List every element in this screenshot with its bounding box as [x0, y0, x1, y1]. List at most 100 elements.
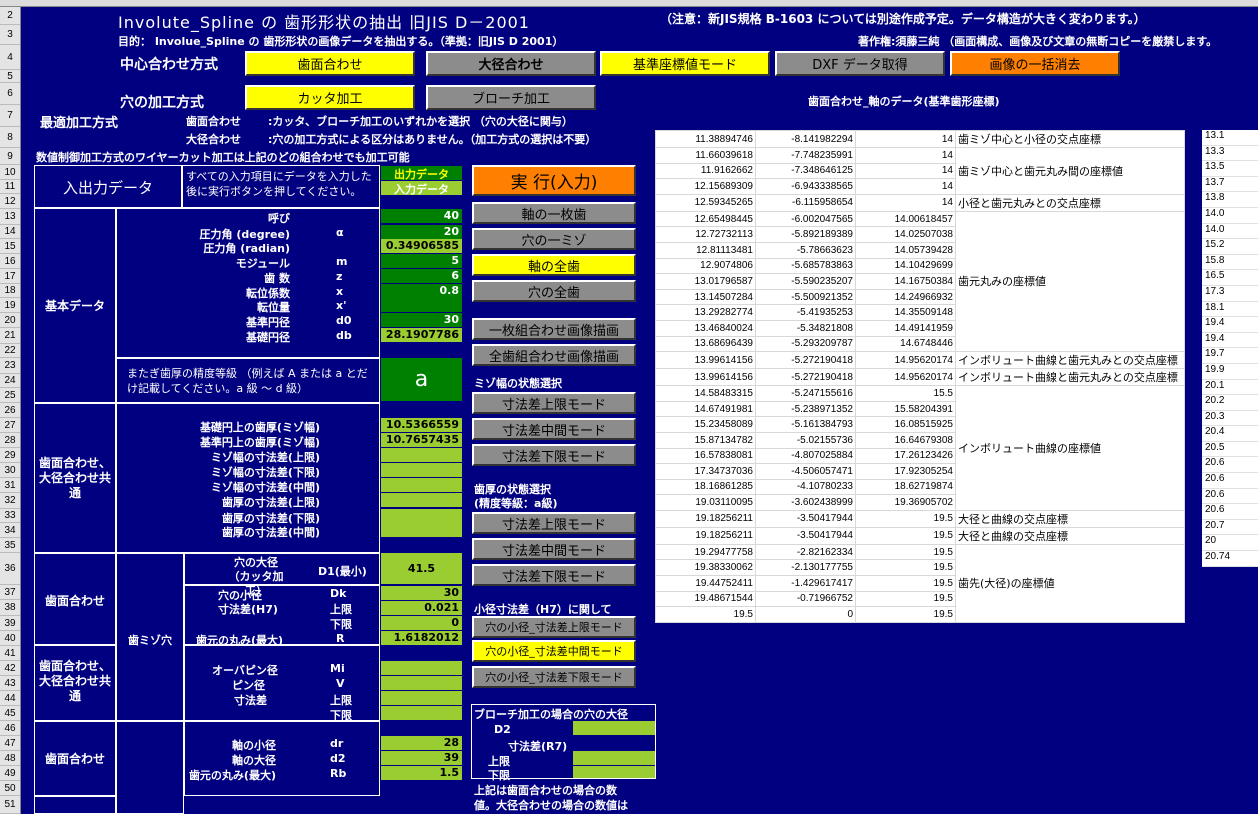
- right-col-cell[interactable]: 20.1: [1202, 380, 1258, 396]
- right-col-cell[interactable]: 13.8: [1202, 192, 1258, 208]
- row-number[interactable]: 18: [0, 284, 20, 298]
- minor-lower-mode-button[interactable]: 穴の小径_寸法差下限モード: [472, 666, 636, 688]
- table-cell[interactable]: 13.29282774: [655, 304, 756, 321]
- table-cell[interactable]: 15.23458089: [655, 416, 756, 433]
- right-col-cell[interactable]: 20.5: [1202, 442, 1258, 458]
- right-col-cell[interactable]: 19.4: [1202, 317, 1258, 333]
- broach-machining-button[interactable]: ブローチ加工: [426, 85, 596, 110]
- common-param-value[interactable]: [381, 463, 462, 477]
- row-number[interactable]: 43: [0, 676, 20, 691]
- table-cell[interactable]: -3.50417944: [755, 526, 856, 545]
- row-number[interactable]: 19: [0, 298, 20, 313]
- table-label-cell[interactable]: 歯元丸みの座標値: [955, 210, 1185, 353]
- table-cell[interactable]: -5.272190418: [755, 368, 856, 387]
- row-number[interactable]: 16: [0, 254, 20, 269]
- clear-images-button[interactable]: 画像の一括消去: [950, 51, 1120, 76]
- table-cell[interactable]: 0: [755, 606, 856, 623]
- right-col-cell[interactable]: 13.5: [1202, 161, 1258, 177]
- right-col-cell[interactable]: 16.5: [1202, 270, 1258, 286]
- row-number[interactable]: 10: [0, 165, 20, 180]
- row-number[interactable]: 23: [0, 358, 20, 374]
- table-cell[interactable]: 14.95620174: [855, 351, 956, 370]
- table-cell[interactable]: 14: [855, 162, 956, 180]
- row-number[interactable]: 33: [0, 509, 20, 523]
- table-cell[interactable]: -8.141982294: [755, 130, 856, 148]
- table-cell[interactable]: 19.36905702: [855, 494, 956, 511]
- right-col-cell[interactable]: 20.6: [1202, 489, 1258, 505]
- table-cell[interactable]: 11.9162662: [655, 162, 756, 180]
- row-number[interactable]: 45: [0, 706, 20, 721]
- table-cell[interactable]: 17.34737036: [655, 463, 756, 480]
- table-cell[interactable]: 14.16750384: [855, 273, 956, 290]
- right-col-cell[interactable]: 18.1: [1202, 302, 1258, 318]
- table-cell[interactable]: 16.08515925: [855, 416, 956, 433]
- table-cell[interactable]: 14: [855, 193, 956, 212]
- table-cell[interactable]: -5.34821808: [755, 319, 856, 337]
- table-cell[interactable]: 18.62719874: [855, 478, 956, 496]
- shaft-param-value[interactable]: 1.5: [381, 766, 462, 780]
- table-cell[interactable]: 11.38894746: [655, 130, 756, 148]
- broach-upper-input[interactable]: [573, 751, 655, 765]
- table-cell[interactable]: -6.943338565: [755, 178, 856, 195]
- table-label-cell[interactable]: 歯ミゾ中心と小径の交点座標: [955, 130, 1185, 148]
- table-cell[interactable]: -6.002047565: [755, 210, 856, 228]
- table-cell[interactable]: 14.10429699: [855, 257, 956, 275]
- table-cell[interactable]: 12.15689309: [655, 178, 756, 195]
- pin-upper-input[interactable]: [381, 691, 462, 705]
- pin-dia-input[interactable]: [381, 676, 462, 690]
- cutter-machining-button[interactable]: カッタ加工: [245, 85, 415, 110]
- table-cell[interactable]: 19.5: [855, 559, 956, 577]
- right-col-cell[interactable]: 20.4: [1202, 426, 1258, 442]
- row-number[interactable]: 30: [0, 463, 20, 478]
- right-col-cell[interactable]: 20.6: [1202, 504, 1258, 520]
- major-dia-input[interactable]: 41.5: [381, 553, 462, 584]
- row-number[interactable]: 24: [0, 374, 20, 388]
- basic-param-value[interactable]: 30: [381, 313, 462, 327]
- table-cell[interactable]: 19.29477758: [655, 543, 756, 561]
- row-number[interactable]: 25: [0, 388, 20, 403]
- right-col-cell[interactable]: 17.3: [1202, 286, 1258, 302]
- table-cell[interactable]: -7.348646125: [755, 162, 856, 180]
- basic-param-value[interactable]: 0.8: [381, 284, 462, 298]
- common-param-value[interactable]: [381, 509, 462, 523]
- minor-upper-input[interactable]: 0.021: [381, 601, 462, 615]
- row-number[interactable]: 51: [0, 796, 20, 814]
- row-number[interactable]: 13: [0, 209, 20, 225]
- thick-lower-mode-button[interactable]: 寸法差下限モード: [472, 564, 636, 586]
- row-number[interactable]: 40: [0, 631, 20, 646]
- table-cell[interactable]: 14: [855, 130, 956, 148]
- right-col-cell[interactable]: 20: [1202, 535, 1258, 552]
- right-col-cell[interactable]: 20.6: [1202, 473, 1258, 489]
- table-cell[interactable]: -3.50417944: [755, 509, 856, 528]
- minor-middle-mode-button[interactable]: 穴の小径_寸法差中間モード: [472, 640, 636, 662]
- table-cell[interactable]: 19.18256211: [655, 526, 756, 545]
- table-cell[interactable]: 13.68696439: [655, 335, 756, 353]
- row-number[interactable]: 44: [0, 691, 20, 706]
- broach-d2-input[interactable]: [573, 721, 655, 735]
- table-cell[interactable]: 19.5: [855, 509, 956, 528]
- row-number[interactable]: 5: [0, 70, 20, 83]
- table-cell[interactable]: -5.685783863: [755, 257, 856, 275]
- major-dia-centering-button[interactable]: 大径合わせ: [426, 51, 596, 76]
- table-cell[interactable]: 19.5: [855, 606, 956, 623]
- basic-param-value[interactable]: 40: [381, 209, 462, 223]
- table-cell[interactable]: 14.49141959: [855, 319, 956, 337]
- table-cell[interactable]: -5.02155736: [755, 431, 856, 449]
- grade-input[interactable]: a: [381, 358, 462, 401]
- slot-upper-mode-button[interactable]: 寸法差上限モード: [472, 392, 636, 414]
- flank-centering-button[interactable]: 歯面合わせ: [245, 51, 415, 76]
- shaft-all-teeth-button[interactable]: 軸の全歯: [472, 254, 636, 276]
- row-number[interactable]: 50: [0, 781, 20, 796]
- hole-single-slot-button[interactable]: 穴の一ミゾ: [472, 228, 636, 250]
- right-col-cell[interactable]: 19.9: [1202, 364, 1258, 380]
- table-cell[interactable]: -5.500921352: [755, 288, 856, 306]
- table-cell[interactable]: -6.115958654: [755, 193, 856, 212]
- row-number[interactable]: 21: [0, 328, 20, 344]
- table-cell[interactable]: 14.67491981: [655, 400, 756, 418]
- table-cell[interactable]: 19.5: [855, 543, 956, 561]
- reference-coord-mode-button[interactable]: 基準座標値モード: [600, 51, 770, 76]
- row-number[interactable]: 36: [0, 553, 20, 585]
- thick-upper-mode-button[interactable]: 寸法差上限モード: [472, 512, 636, 534]
- right-col-cell[interactable]: 13.7: [1202, 177, 1258, 193]
- right-col-cell[interactable]: 20.7: [1202, 520, 1258, 536]
